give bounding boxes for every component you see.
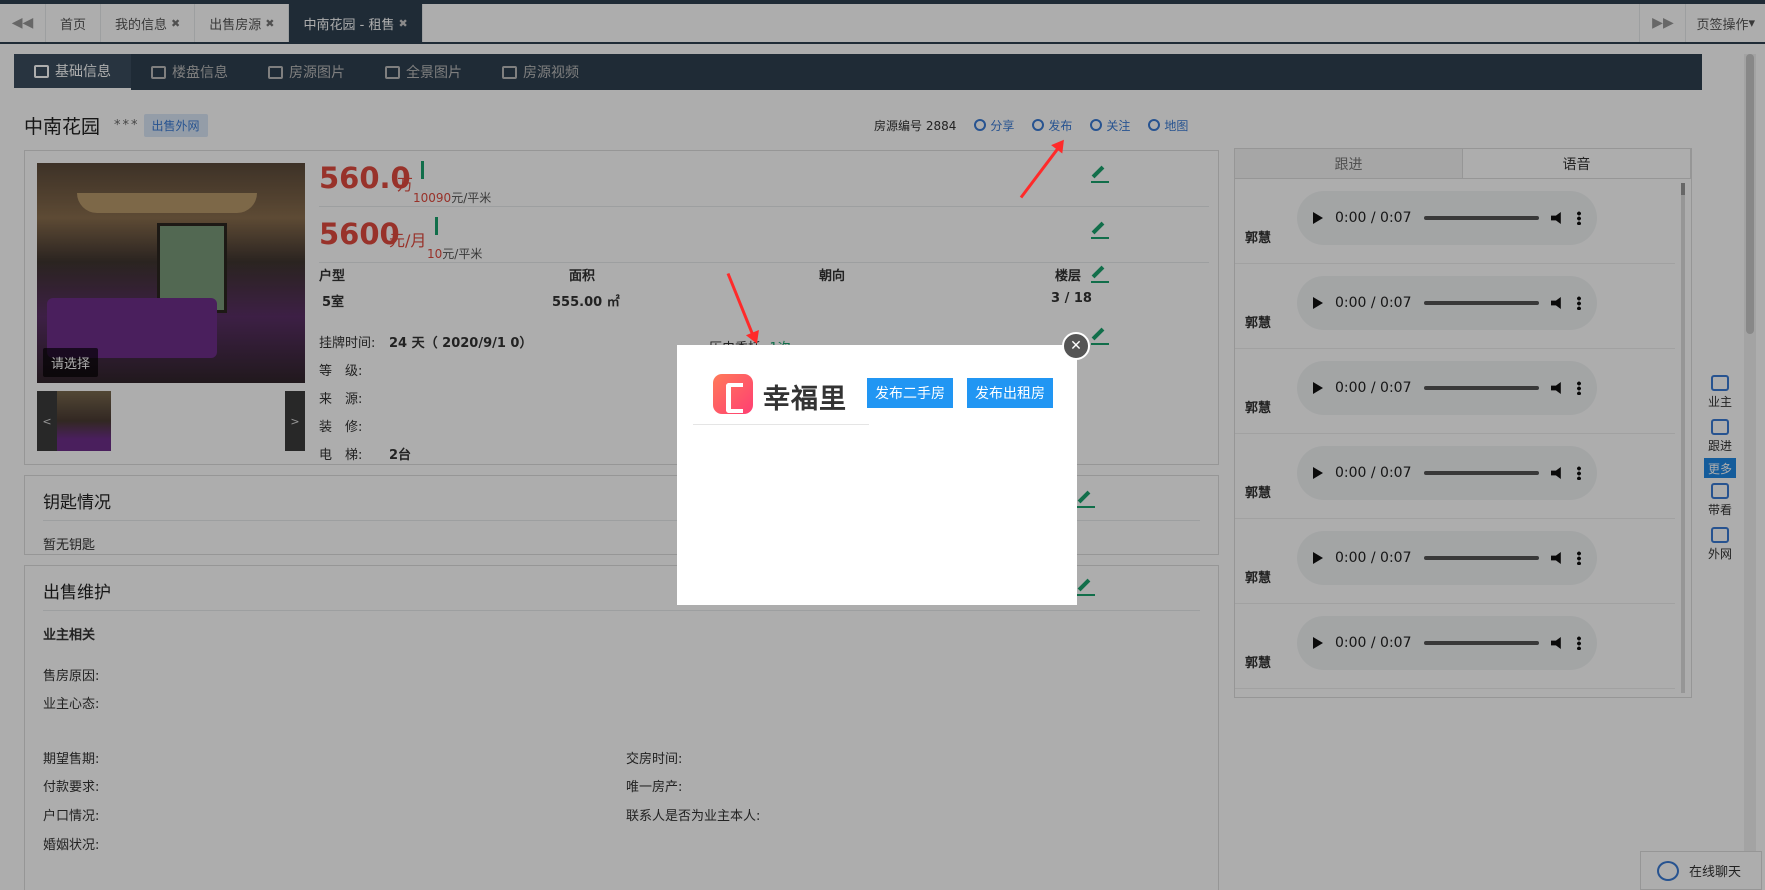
close-icon[interactable]: ✕: [1062, 332, 1090, 360]
publish-modal: 幸福里 发布二手房 发布出租房: [677, 345, 1077, 605]
publish-secondhand-button[interactable]: 发布二手房: [867, 378, 953, 408]
publish-rental-button[interactable]: 发布出租房: [967, 378, 1053, 408]
xingfuli-logo-icon: [713, 374, 753, 414]
divider: [693, 424, 869, 425]
brand-name: 幸福里: [763, 384, 847, 415]
